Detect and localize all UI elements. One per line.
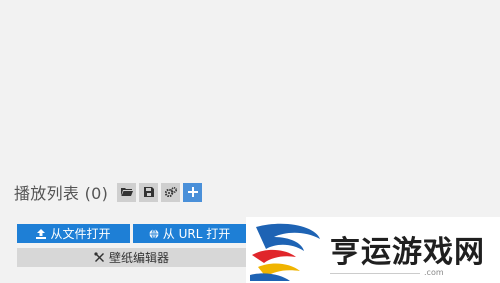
watermark-divider [330,273,420,274]
open-from-file-label: 从文件打开 [50,227,111,241]
open-folder-button[interactable] [117,182,137,202]
watermark-logo: 亨运游戏网 .com [246,217,500,283]
add-button[interactable] [183,182,203,202]
settings-button[interactable] [161,182,181,202]
plus-icon [187,187,198,197]
open-from-url-button[interactable]: 从 URL 打开 [133,224,246,243]
open-from-url-label: 从 URL 打开 [162,227,231,241]
tools-icon [94,252,104,262]
playlist-header: 播放列表 (0) [14,180,203,204]
upload-icon [36,228,47,239]
save-icon [143,187,154,197]
open-from-file-button[interactable]: 从文件打开 [17,224,130,243]
watermark-suffix: .com [424,268,444,277]
gears-icon [164,187,177,197]
playlist-title: 播放列表 (0) [14,184,109,203]
wallpaper-editor-label: 壁纸编辑器 [108,251,169,265]
watermark-text: 亨运游戏网 [330,235,485,270]
folder-icon [120,188,133,196]
wallpaper-editor-button[interactable]: 壁纸编辑器 [17,248,246,267]
globe-icon [149,228,159,239]
save-playlist-button[interactable] [139,182,159,202]
watermark-emblem-icon [250,223,320,281]
